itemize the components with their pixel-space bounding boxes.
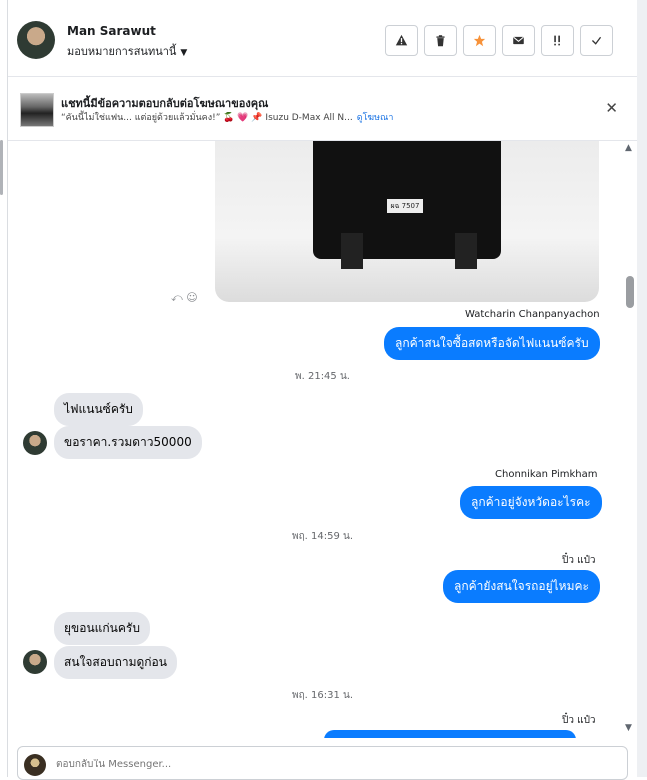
incoming-message[interactable]: สนใจสอบถามดูก่อน: [54, 646, 177, 679]
scroll-down-icon[interactable]: ▼: [625, 723, 632, 733]
close-icon[interactable]: ✕: [605, 99, 618, 117]
timestamp: พ. 21:45 น.: [295, 371, 350, 382]
timestamp: พฤ. 16:31 น.: [291, 690, 353, 701]
truck-image: ผฉ 7507: [313, 141, 501, 269]
license-plate: ผฉ 7507: [387, 199, 423, 213]
attached-photo[interactable]: ผฉ 7507: [215, 141, 599, 302]
thread-scrollbar-thumb[interactable]: [626, 276, 634, 308]
message-actions: ⤺ ☺: [171, 291, 198, 305]
message-thread[interactable]: ผฉ 7507 ⤺ ☺ Watcharin Chanpanyachon ลูกค…: [8, 141, 637, 738]
reply-icon[interactable]: ⤺: [171, 291, 183, 304]
avatar[interactable]: [23, 650, 47, 674]
incoming-message[interactable]: ขอราคา.รวมดาว50000: [54, 426, 202, 459]
trash-icon: [436, 35, 445, 47]
incoming-message[interactable]: ยุขอนแก่นครับ: [54, 612, 150, 645]
avatar[interactable]: [17, 21, 55, 59]
left-scrollbar-thumb[interactable]: [0, 140, 3, 195]
sender-name: Chonnikan Pimkham: [495, 469, 598, 480]
assign-label: มอบหมายการสนทนานี้: [67, 45, 177, 58]
ad-thumbnail[interactable]: [20, 93, 54, 127]
emoji-icon[interactable]: ☺: [186, 291, 197, 304]
header-actions: [385, 25, 613, 56]
warning-icon: [395, 34, 408, 46]
check-icon: [591, 36, 602, 45]
reply-input[interactable]: [56, 759, 456, 770]
report-spam-button[interactable]: [385, 25, 418, 56]
caret-down-icon: ▼: [180, 48, 188, 58]
assign-conversation-dropdown[interactable]: มอบหมายการสนทนานี้ ▼: [67, 42, 187, 60]
scroll-up-icon[interactable]: ▲: [625, 143, 632, 153]
timestamp: พฤ. 14:59 น.: [291, 531, 353, 542]
sender-name: Watcharin Chanpanyachon: [465, 309, 600, 320]
sender-name: ปิ๋ว แป๋ว: [562, 555, 596, 566]
envelope-icon: [513, 36, 524, 45]
banner-ad-text: “คันนี้ไม่ใช่แฟน... แต่อยู่ด้วยแล้วมั่นค…: [61, 113, 353, 123]
outgoing-message[interactable]: [324, 730, 576, 738]
outgoing-message[interactable]: ลูกค้าสนใจซื้อสดหรือจัดไฟแนนซ์ครับ: [384, 327, 600, 360]
conversation-header: Man Sarawut มอบหมายการสนทนานี้ ▼: [8, 0, 637, 77]
delete-button[interactable]: [424, 25, 457, 56]
avatar[interactable]: [23, 431, 47, 455]
ad-reply-banner: แชทนี้มีข้อความตอบกลับต่อโฆษณาของคุณ “คั…: [8, 77, 637, 141]
wheel-left: [341, 233, 363, 269]
outgoing-message[interactable]: ลูกค้าอยู่จังหวัดอะไรคะ: [460, 486, 602, 519]
wheel-right: [455, 233, 477, 269]
page-avatar: [24, 754, 46, 776]
star-button[interactable]: [463, 25, 496, 56]
follow-up-button[interactable]: [541, 25, 574, 56]
banner-subtitle: “คันนี้ไม่ใช่แฟน... แต่อยู่ด้วยแล้วมั่นค…: [61, 110, 393, 124]
mark-done-button[interactable]: [580, 25, 613, 56]
star-icon: [473, 34, 486, 47]
outgoing-message[interactable]: ลูกค้ายังสนใจรถอยู่ไหมคะ: [443, 570, 600, 603]
view-ad-link[interactable]: ดูโฆษณา: [357, 113, 394, 123]
flag-icon: [554, 35, 560, 46]
left-scrollbar[interactable]: [0, 0, 8, 777]
contact-name[interactable]: Man Sarawut: [67, 24, 156, 38]
incoming-message[interactable]: ไฟแนนซ์ครับ: [54, 393, 143, 426]
mark-unread-button[interactable]: [502, 25, 535, 56]
page-scrollbar[interactable]: [637, 0, 647, 777]
sender-name: ปิ๋ว แป๋ว: [562, 715, 596, 726]
reply-composer: [17, 746, 628, 780]
